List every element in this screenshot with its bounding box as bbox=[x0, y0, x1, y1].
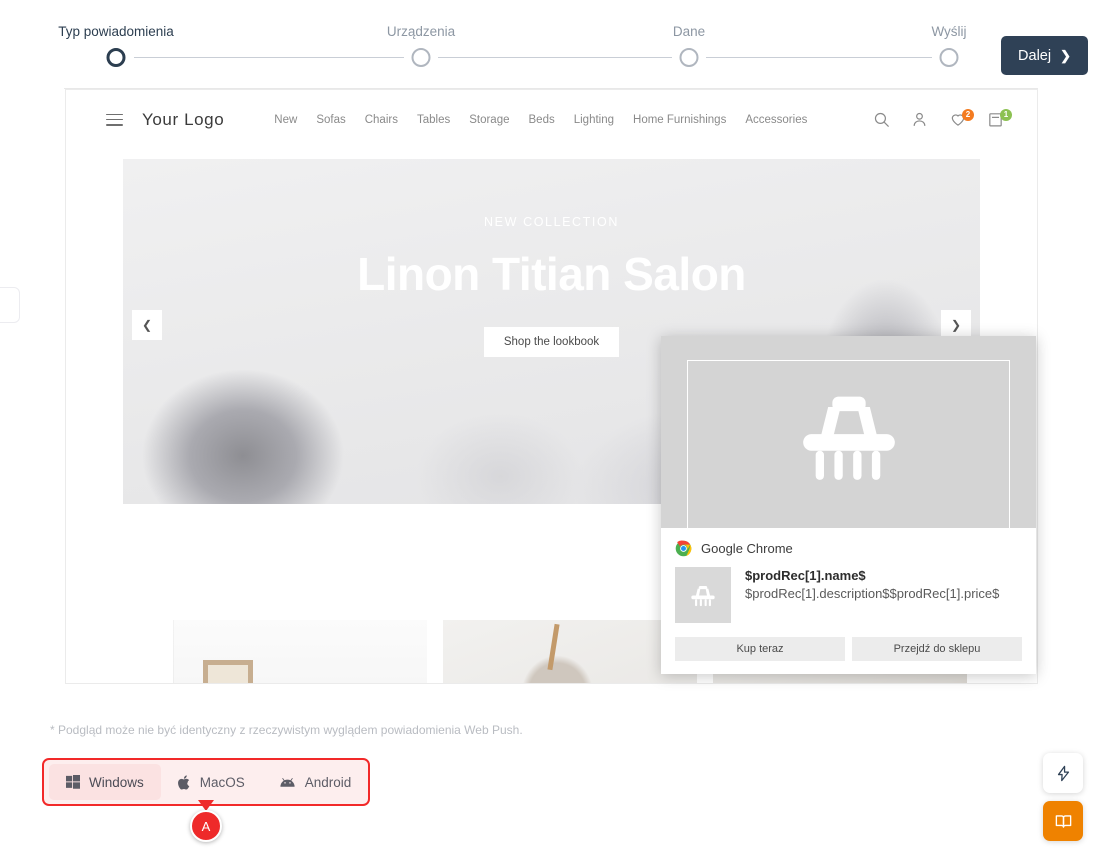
wooden-utensil-decor bbox=[547, 623, 560, 671]
hero-cta-button[interactable]: Shop the lookbook bbox=[483, 327, 620, 357]
android-icon bbox=[280, 777, 295, 787]
wizard-stepper: Typ powiadomienia Urządzenia Dane Wyślij… bbox=[0, 0, 1102, 88]
os-tab-macos-label: MacOS bbox=[199, 774, 245, 790]
preview-disclaimer: * Podgląd może nie być identyczny z rzec… bbox=[50, 723, 523, 737]
bag-icon[interactable]: 1 bbox=[987, 109, 1012, 128]
search-icon[interactable] bbox=[873, 111, 890, 128]
notification-thumbnail bbox=[675, 567, 731, 623]
page-root: Typ powiadomienia Urządzenia Dane Wyślij… bbox=[0, 0, 1102, 856]
windows-icon bbox=[66, 775, 80, 789]
annotation-marker-a[interactable]: A bbox=[190, 810, 222, 842]
notification-title: $prodRec[1].name$ bbox=[745, 568, 866, 583]
step-dot-3[interactable] bbox=[679, 48, 699, 67]
os-tab-windows[interactable]: Windows bbox=[49, 764, 161, 800]
notification-text: $prodRec[1].name$ $prodRec[1].descriptio… bbox=[745, 567, 999, 623]
user-icon[interactable] bbox=[911, 111, 928, 128]
lightning-icon bbox=[1057, 765, 1069, 781]
notification-body: Google Chrome $prodRec[1].name$ $prodRec… bbox=[661, 528, 1036, 623]
notification-source: Google Chrome bbox=[675, 540, 1022, 557]
next-button-label: Dalej bbox=[1018, 47, 1052, 64]
hero-kicker: NEW COLLECTION bbox=[484, 215, 619, 229]
apple-icon bbox=[177, 774, 190, 790]
step-label-1: Typ powiadomienia bbox=[58, 24, 174, 39]
nav-item-chairs[interactable]: Chairs bbox=[365, 114, 398, 126]
nav-item-tables[interactable]: Tables bbox=[417, 114, 450, 126]
os-tab-android-label: Android bbox=[304, 774, 352, 790]
os-tab-macos[interactable]: MacOS bbox=[161, 764, 262, 800]
os-tab-windows-label: Windows bbox=[89, 774, 144, 790]
stepper-track bbox=[0, 48, 1102, 67]
knowledge-base-button[interactable] bbox=[1043, 801, 1083, 841]
nav-item-storage[interactable]: Storage bbox=[469, 114, 509, 126]
left-edge-panel-stub[interactable] bbox=[0, 287, 20, 323]
notification-go-to-shop-button[interactable]: Przejdź do sklepu bbox=[852, 637, 1022, 661]
framed-art-decor bbox=[203, 660, 253, 683]
web-push-notification: Google Chrome $prodRec[1].name$ $prodRec… bbox=[661, 336, 1036, 674]
shopping-basket-icon bbox=[802, 396, 895, 480]
step-label-3: Dane bbox=[672, 24, 706, 39]
nav-item-accessories[interactable]: Accessories bbox=[745, 114, 807, 126]
chevron-right-icon: ❯ bbox=[1060, 47, 1071, 63]
notification-content-row: $prodRec[1].name$ $prodRec[1].descriptio… bbox=[675, 567, 1022, 623]
nav-item-beds[interactable]: Beds bbox=[529, 114, 555, 126]
step-dot-4[interactable] bbox=[939, 48, 959, 67]
wishlist-badge: 2 bbox=[962, 109, 974, 121]
chrome-icon bbox=[675, 540, 692, 557]
notification-hero-image bbox=[661, 336, 1036, 538]
chevron-left-icon: ❮ bbox=[141, 318, 153, 332]
stepper-labels: Typ powiadomienia Urządzenia Dane Wyślij bbox=[0, 24, 1102, 44]
book-icon bbox=[1055, 814, 1071, 828]
product-tile[interactable] bbox=[173, 620, 427, 683]
header-icons: 2 1 bbox=[873, 109, 1012, 128]
chevron-right-icon: ❯ bbox=[950, 318, 962, 332]
site-header: Your Logo New Sofas Chairs Tables Storag… bbox=[66, 90, 1037, 149]
heart-icon[interactable]: 2 bbox=[949, 109, 974, 128]
quick-actions-button[interactable] bbox=[1043, 753, 1083, 793]
step-label-2: Urządzenia bbox=[386, 24, 456, 39]
stepper-connector-2 bbox=[438, 57, 672, 58]
notification-source-label: Google Chrome bbox=[701, 541, 793, 556]
product-tile[interactable] bbox=[443, 620, 697, 683]
stepper-connector-3 bbox=[706, 57, 932, 58]
site-nav: New Sofas Chairs Tables Storage Beds Lig… bbox=[274, 114, 807, 126]
hero-prev-button[interactable]: ❮ bbox=[132, 310, 162, 340]
notification-actions: Kup teraz Przejdź do sklepu bbox=[675, 637, 1022, 661]
next-button[interactable]: Dalej ❯ bbox=[1001, 36, 1088, 75]
os-tab-android[interactable]: Android bbox=[262, 764, 369, 800]
step-label-4: Wyślij bbox=[931, 24, 967, 39]
nav-item-new[interactable]: New bbox=[274, 114, 297, 126]
notification-description: $prodRec[1].description$$prodRec[1].pric… bbox=[745, 586, 1000, 601]
os-tab-group: Windows MacOS Android bbox=[42, 758, 370, 806]
site-logo: Your Logo bbox=[142, 109, 225, 129]
hero-title: Linon Titian Salon bbox=[357, 248, 746, 300]
hamburger-icon[interactable] bbox=[106, 113, 123, 126]
step-dot-1[interactable] bbox=[106, 48, 126, 67]
stepper-connector-1 bbox=[134, 57, 404, 58]
shopping-basket-icon bbox=[691, 585, 715, 607]
cart-badge: 1 bbox=[1000, 109, 1012, 121]
notification-buy-now-button[interactable]: Kup teraz bbox=[675, 637, 845, 661]
nav-item-lighting[interactable]: Lighting bbox=[574, 114, 614, 126]
step-dot-2[interactable] bbox=[411, 48, 431, 67]
nav-item-home-furnishings[interactable]: Home Furnishings bbox=[633, 114, 726, 126]
nav-item-sofas[interactable]: Sofas bbox=[316, 114, 345, 126]
